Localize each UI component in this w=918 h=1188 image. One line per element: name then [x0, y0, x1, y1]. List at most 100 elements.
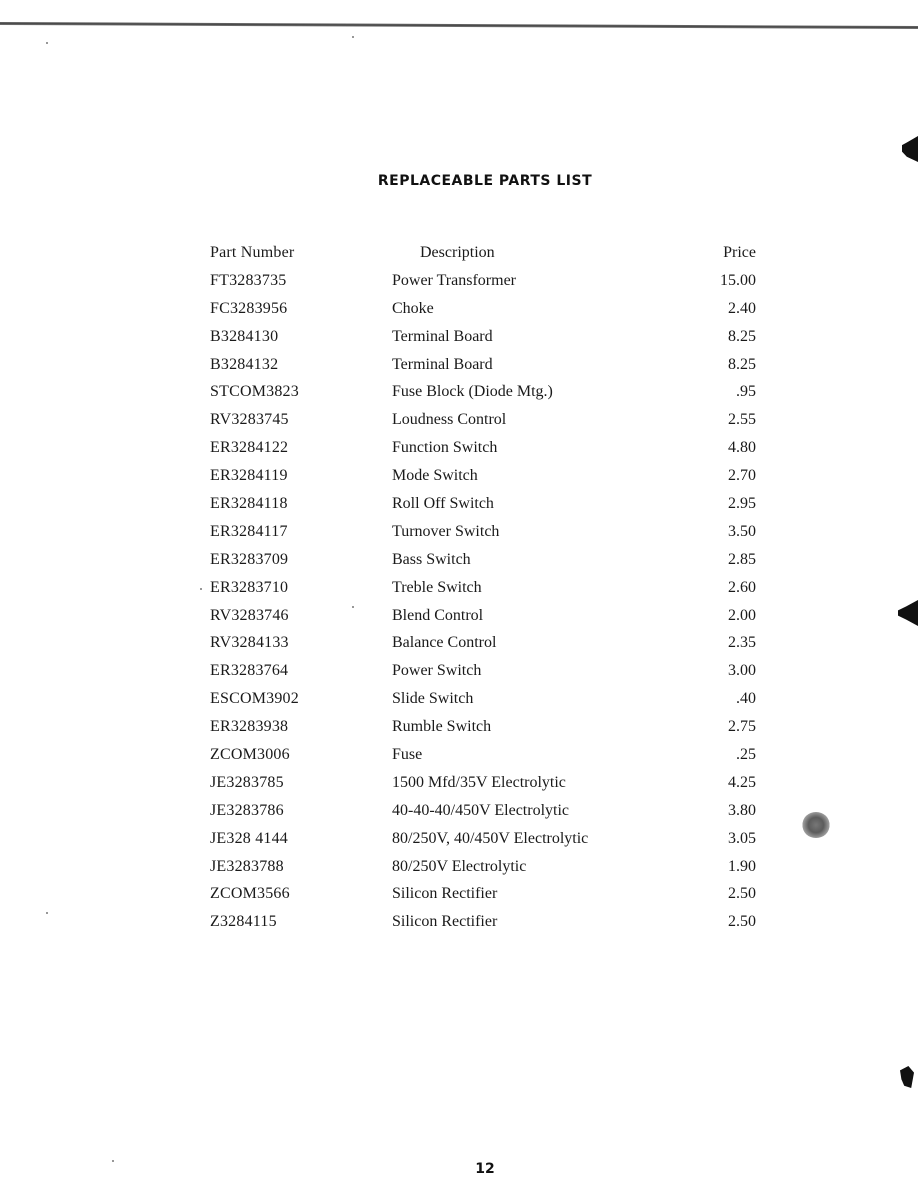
parts-table: Part Number Description Price FT3283735 P… — [210, 243, 760, 940]
table-row: FC3283956 Choke 2.40 — [210, 299, 760, 327]
part-number-cell: B3284132 — [210, 355, 279, 373]
part-number-cell: ER3283710 — [210, 578, 289, 596]
part-number-cell: RV3284133 — [210, 634, 289, 652]
table-row: ER3283710 Treble Switch 2.60 — [210, 578, 760, 606]
description-cell: 40-40-40/450V Electrolytic — [392, 801, 569, 819]
part-number-cell: ER3283938 — [210, 718, 289, 736]
header-price: Price — [723, 244, 756, 261]
part-number-cell: ZCOM3566 — [210, 885, 290, 903]
table-row: ER3284119 Mode Switch 2.70 — [210, 466, 760, 494]
part-number-cell: FC3283956 — [210, 299, 288, 317]
description-cell: Blend Control — [392, 606, 484, 624]
price-cell: 2.40 — [728, 299, 756, 317]
table-header-row: Part Number Description Price — [210, 243, 760, 271]
table-row: STCOM3823 Fuse Block (Diode Mtg.) .95 — [210, 382, 760, 410]
table-row: RV3284133 Balance Control 2.35 — [210, 633, 760, 661]
price-cell: 2.85 — [728, 550, 756, 568]
description-cell: 1500 Mfd/35V Electrolytic — [392, 773, 566, 791]
scan-speck — [46, 42, 48, 44]
table-row: Z3284115 Silicon Rectifier 2.50 — [210, 912, 760, 940]
binder-hole-mark — [902, 136, 918, 162]
price-cell: 3.05 — [728, 829, 756, 847]
table-row: JE3283788 80/250V Electrolytic 1.90 — [210, 857, 760, 885]
price-cell: 2.55 — [728, 411, 756, 429]
description-cell: Function Switch — [392, 439, 498, 457]
table-row: ZCOM3566 Silicon Rectifier 2.50 — [210, 884, 760, 912]
price-cell: .25 — [736, 746, 756, 764]
description-cell: Roll Off Switch — [392, 495, 494, 513]
price-cell: 2.60 — [728, 578, 756, 596]
scan-speck — [352, 606, 354, 608]
table-row: JE3283786 40-40-40/450V Electrolytic 3.80 — [210, 801, 760, 829]
table-row: RV3283746 Blend Control 2.00 — [210, 606, 760, 634]
header-part-number: Part Number — [210, 244, 295, 261]
table-row: FT3283735 Power Transformer 15.00 — [210, 271, 760, 299]
table-row: ER3283938 Rumble Switch 2.75 — [210, 717, 760, 745]
description-cell: Fuse — [392, 746, 423, 764]
price-cell: 2.75 — [728, 718, 756, 736]
scan-speck — [352, 36, 354, 38]
page-title: REPLACEABLE PARTS LIST — [377, 173, 593, 189]
part-number-cell: STCOM3823 — [210, 383, 299, 401]
top-rule-line — [0, 22, 918, 30]
table-row: ER3283764 Power Switch 3.00 — [210, 661, 760, 689]
part-number-cell: JE3283785 — [210, 773, 284, 791]
part-number-cell: ER3284122 — [210, 439, 289, 457]
description-cell: Bass Switch — [392, 550, 471, 568]
price-cell: .40 — [736, 690, 756, 708]
table-body: FT3283735 Power Transformer 15.00 FC3283956… — [210, 271, 760, 940]
price-cell: 4.25 — [728, 773, 756, 791]
part-number-cell: JE3283786 — [210, 801, 284, 819]
description-cell: Treble Switch — [392, 578, 482, 596]
table-row: B3284130 Terminal Board 8.25 — [210, 327, 760, 355]
table-row: ER3283709 Bass Switch 2.85 — [210, 550, 760, 578]
part-number-cell: ZCOM3006 — [210, 746, 290, 764]
description-cell: Silicon Rectifier — [392, 913, 498, 931]
description-cell: Silicon Rectifier — [392, 885, 498, 903]
scan-speck — [46, 912, 48, 914]
part-number-cell: FT3283735 — [210, 271, 287, 289]
price-cell: 4.80 — [728, 439, 756, 457]
description-cell: Fuse Block (Diode Mtg.) — [392, 383, 553, 401]
scan-speck — [200, 588, 202, 590]
price-cell: 2.00 — [728, 606, 756, 624]
description-cell: Slide Switch — [392, 690, 474, 708]
description-cell: 80/250V, 40/450V Electrolytic — [392, 829, 589, 847]
description-cell: Choke — [392, 299, 434, 317]
description-cell: Mode Switch — [392, 467, 478, 485]
table-row: ER3284118 Roll Off Switch 2.95 — [210, 494, 760, 522]
table-row: JE3283785 1500 Mfd/35V Electrolytic 4.25 — [210, 773, 760, 801]
scan-speck — [112, 1160, 114, 1162]
price-cell: 2.50 — [728, 885, 756, 903]
part-number-cell: RV3283746 — [210, 606, 289, 624]
price-cell: 15.00 — [720, 271, 756, 289]
table-row: ER3284122 Function Switch 4.80 — [210, 438, 760, 466]
part-number-cell: ER3284117 — [210, 522, 288, 540]
table-row: RV3283745 Loudness Control 2.55 — [210, 410, 760, 438]
part-number-cell: ER3284118 — [210, 495, 288, 513]
description-cell: Terminal Board — [392, 355, 493, 373]
part-number-cell: ER3283764 — [210, 662, 289, 680]
description-cell: Loudness Control — [392, 411, 507, 429]
part-number-cell: RV3283745 — [210, 411, 289, 429]
price-cell: 8.25 — [728, 355, 756, 373]
header-description: Description — [420, 244, 495, 261]
price-cell: 2.95 — [728, 495, 756, 513]
part-number-cell: B3284130 — [210, 327, 279, 345]
price-cell: 1.90 — [728, 857, 756, 875]
price-cell: 2.35 — [728, 634, 756, 652]
table-row: B3284132 Terminal Board 8.25 — [210, 355, 760, 383]
description-cell: Balance Control — [392, 634, 497, 652]
table-row: ER3284117 Turnover Switch 3.50 — [210, 522, 760, 550]
binder-hole-mark — [900, 1066, 914, 1088]
table-row: ZCOM3006 Fuse .25 — [210, 745, 760, 773]
description-cell: Turnover Switch — [392, 522, 500, 540]
page-number: 12 — [475, 1161, 495, 1177]
price-cell: 2.50 — [728, 913, 756, 931]
price-cell: .95 — [736, 383, 756, 401]
description-cell: Rumble Switch — [392, 718, 492, 736]
price-cell: 3.00 — [728, 662, 756, 680]
description-cell: Power Transformer — [392, 271, 516, 289]
price-cell: 3.50 — [728, 522, 756, 540]
price-cell: 8.25 — [728, 327, 756, 345]
